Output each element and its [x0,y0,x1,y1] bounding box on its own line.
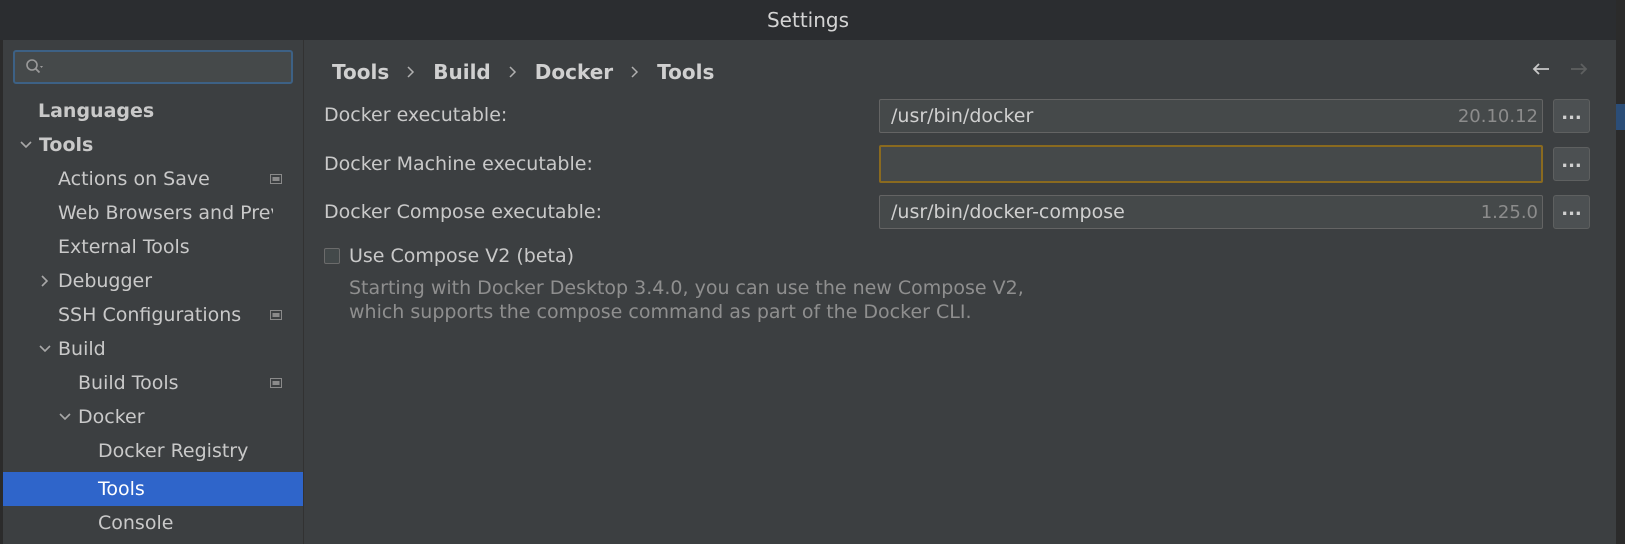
sidebar-item-build[interactable]: Build [3,332,303,366]
sidebar-item-console[interactable]: Console [3,506,303,540]
settings-sidebar: Languages Tools Actions on Save Web Brow… [3,40,304,544]
docker-machine-browse-button[interactable]: ... [1553,147,1590,181]
breadcrumb-item[interactable]: Docker [535,60,613,84]
sidebar-item-label: Actions on Save [58,168,210,190]
sidebar-item-tools[interactable]: Tools [3,128,303,162]
project-settings-icon [269,172,283,186]
compose-v2-help-line-1: Starting with Docker Desktop 3.4.0, you … [349,277,1024,299]
project-settings-icon [269,376,283,390]
breadcrumb: Tools Build Docker Tools [332,56,714,88]
sidebar-item-languages[interactable]: Languages [3,94,303,128]
sidebar-item-label: Build [58,338,106,360]
breadcrumb-item: Tools [657,60,715,84]
sidebar-item-label: SSH Configurations [58,304,242,326]
settings-window: Settings Languages Tools Actions on Save… [0,0,1625,544]
window-title: Settings [766,8,850,32]
docker-version-hint: 20.10.12 [1457,105,1538,127]
sidebar-item-debugger[interactable]: Debugger [3,264,303,298]
sidebar-item-label: Docker Registry [98,440,249,462]
sidebar-item-label: Console [98,512,174,534]
docker-executable-label: Docker executable: [324,104,508,126]
chevron-down-icon[interactable] [37,341,53,357]
chevron-right-icon [407,66,415,78]
sidebar-item-docker-tools[interactable]: Tools [3,472,303,506]
compose-v2-label[interactable]: Use Compose V2 (beta) [349,245,574,267]
project-settings-icon [269,308,283,322]
compose-v2-help-line-2: which supports the compose command as pa… [349,301,972,323]
history-navigation [1528,56,1592,82]
settings-search[interactable] [13,50,293,84]
chevron-right-icon [509,66,517,78]
sidebar-item-label: Debugger [58,270,153,292]
chevron-down-icon[interactable] [18,137,34,153]
docker-machine-executable-label: Docker Machine executable: [324,153,593,175]
compose-v2-checkbox[interactable] [324,248,340,264]
chevron-right-icon[interactable] [37,273,53,289]
docker-compose-executable-value: /usr/bin/docker-compose [891,201,1125,223]
docker-compose-browse-button[interactable]: ... [1553,195,1590,229]
sidebar-item-docker-registry[interactable]: Docker Registry [3,434,303,468]
back-arrow-icon[interactable] [1528,56,1554,82]
docker-executable-value: /usr/bin/docker [891,105,1034,127]
sidebar-item-label: Tools [98,478,145,500]
docker-machine-executable-field[interactable] [879,145,1543,183]
compose-v2-option[interactable]: Use Compose V2 (beta) [324,245,574,267]
chevron-right-icon [631,66,639,78]
sidebar-item-build-tools[interactable]: Build Tools [3,366,283,400]
breadcrumb-item[interactable]: Tools [332,60,389,84]
chevron-down-icon[interactable] [57,409,73,425]
docker-compose-executable-label: Docker Compose executable: [324,201,602,223]
title-bar[interactable]: Settings [0,0,1616,41]
background-highlight [1616,104,1625,130]
search-icon [23,54,49,80]
sidebar-item-ssh-configurations[interactable]: SSH Configurations [3,298,283,332]
forward-arrow-icon[interactable] [1566,56,1592,82]
sidebar-item-label: Docker [78,406,145,428]
sidebar-item-label: Tools [39,134,94,156]
settings-content: Tools Build Docker Tools Docker executab… [304,40,1616,544]
docker-executable-browse-button[interactable]: ... [1553,99,1590,133]
breadcrumb-item[interactable]: Build [433,60,491,84]
sidebar-item-actions-on-save[interactable]: Actions on Save [3,162,283,196]
sidebar-item-label: Languages [38,100,155,122]
sidebar-item-label: Build Tools [78,372,179,394]
docker-compose-executable-field[interactable]: /usr/bin/docker-compose 1.25.0 [879,195,1543,229]
sidebar-item-docker[interactable]: Docker [3,400,303,434]
background-window-strip [1616,0,1625,544]
sidebar-item-external-tools[interactable]: External Tools [3,230,303,264]
sidebar-item-label: Web Browsers and Prev [58,202,273,224]
sidebar-item-label: External Tools [58,236,190,258]
sidebar-item-web-browsers[interactable]: Web Browsers and Prev [3,196,273,230]
docker-executable-field[interactable]: /usr/bin/docker 20.10.12 [879,99,1543,133]
search-input[interactable] [49,56,291,78]
docker-compose-version-hint: 1.25.0 [1480,201,1538,223]
